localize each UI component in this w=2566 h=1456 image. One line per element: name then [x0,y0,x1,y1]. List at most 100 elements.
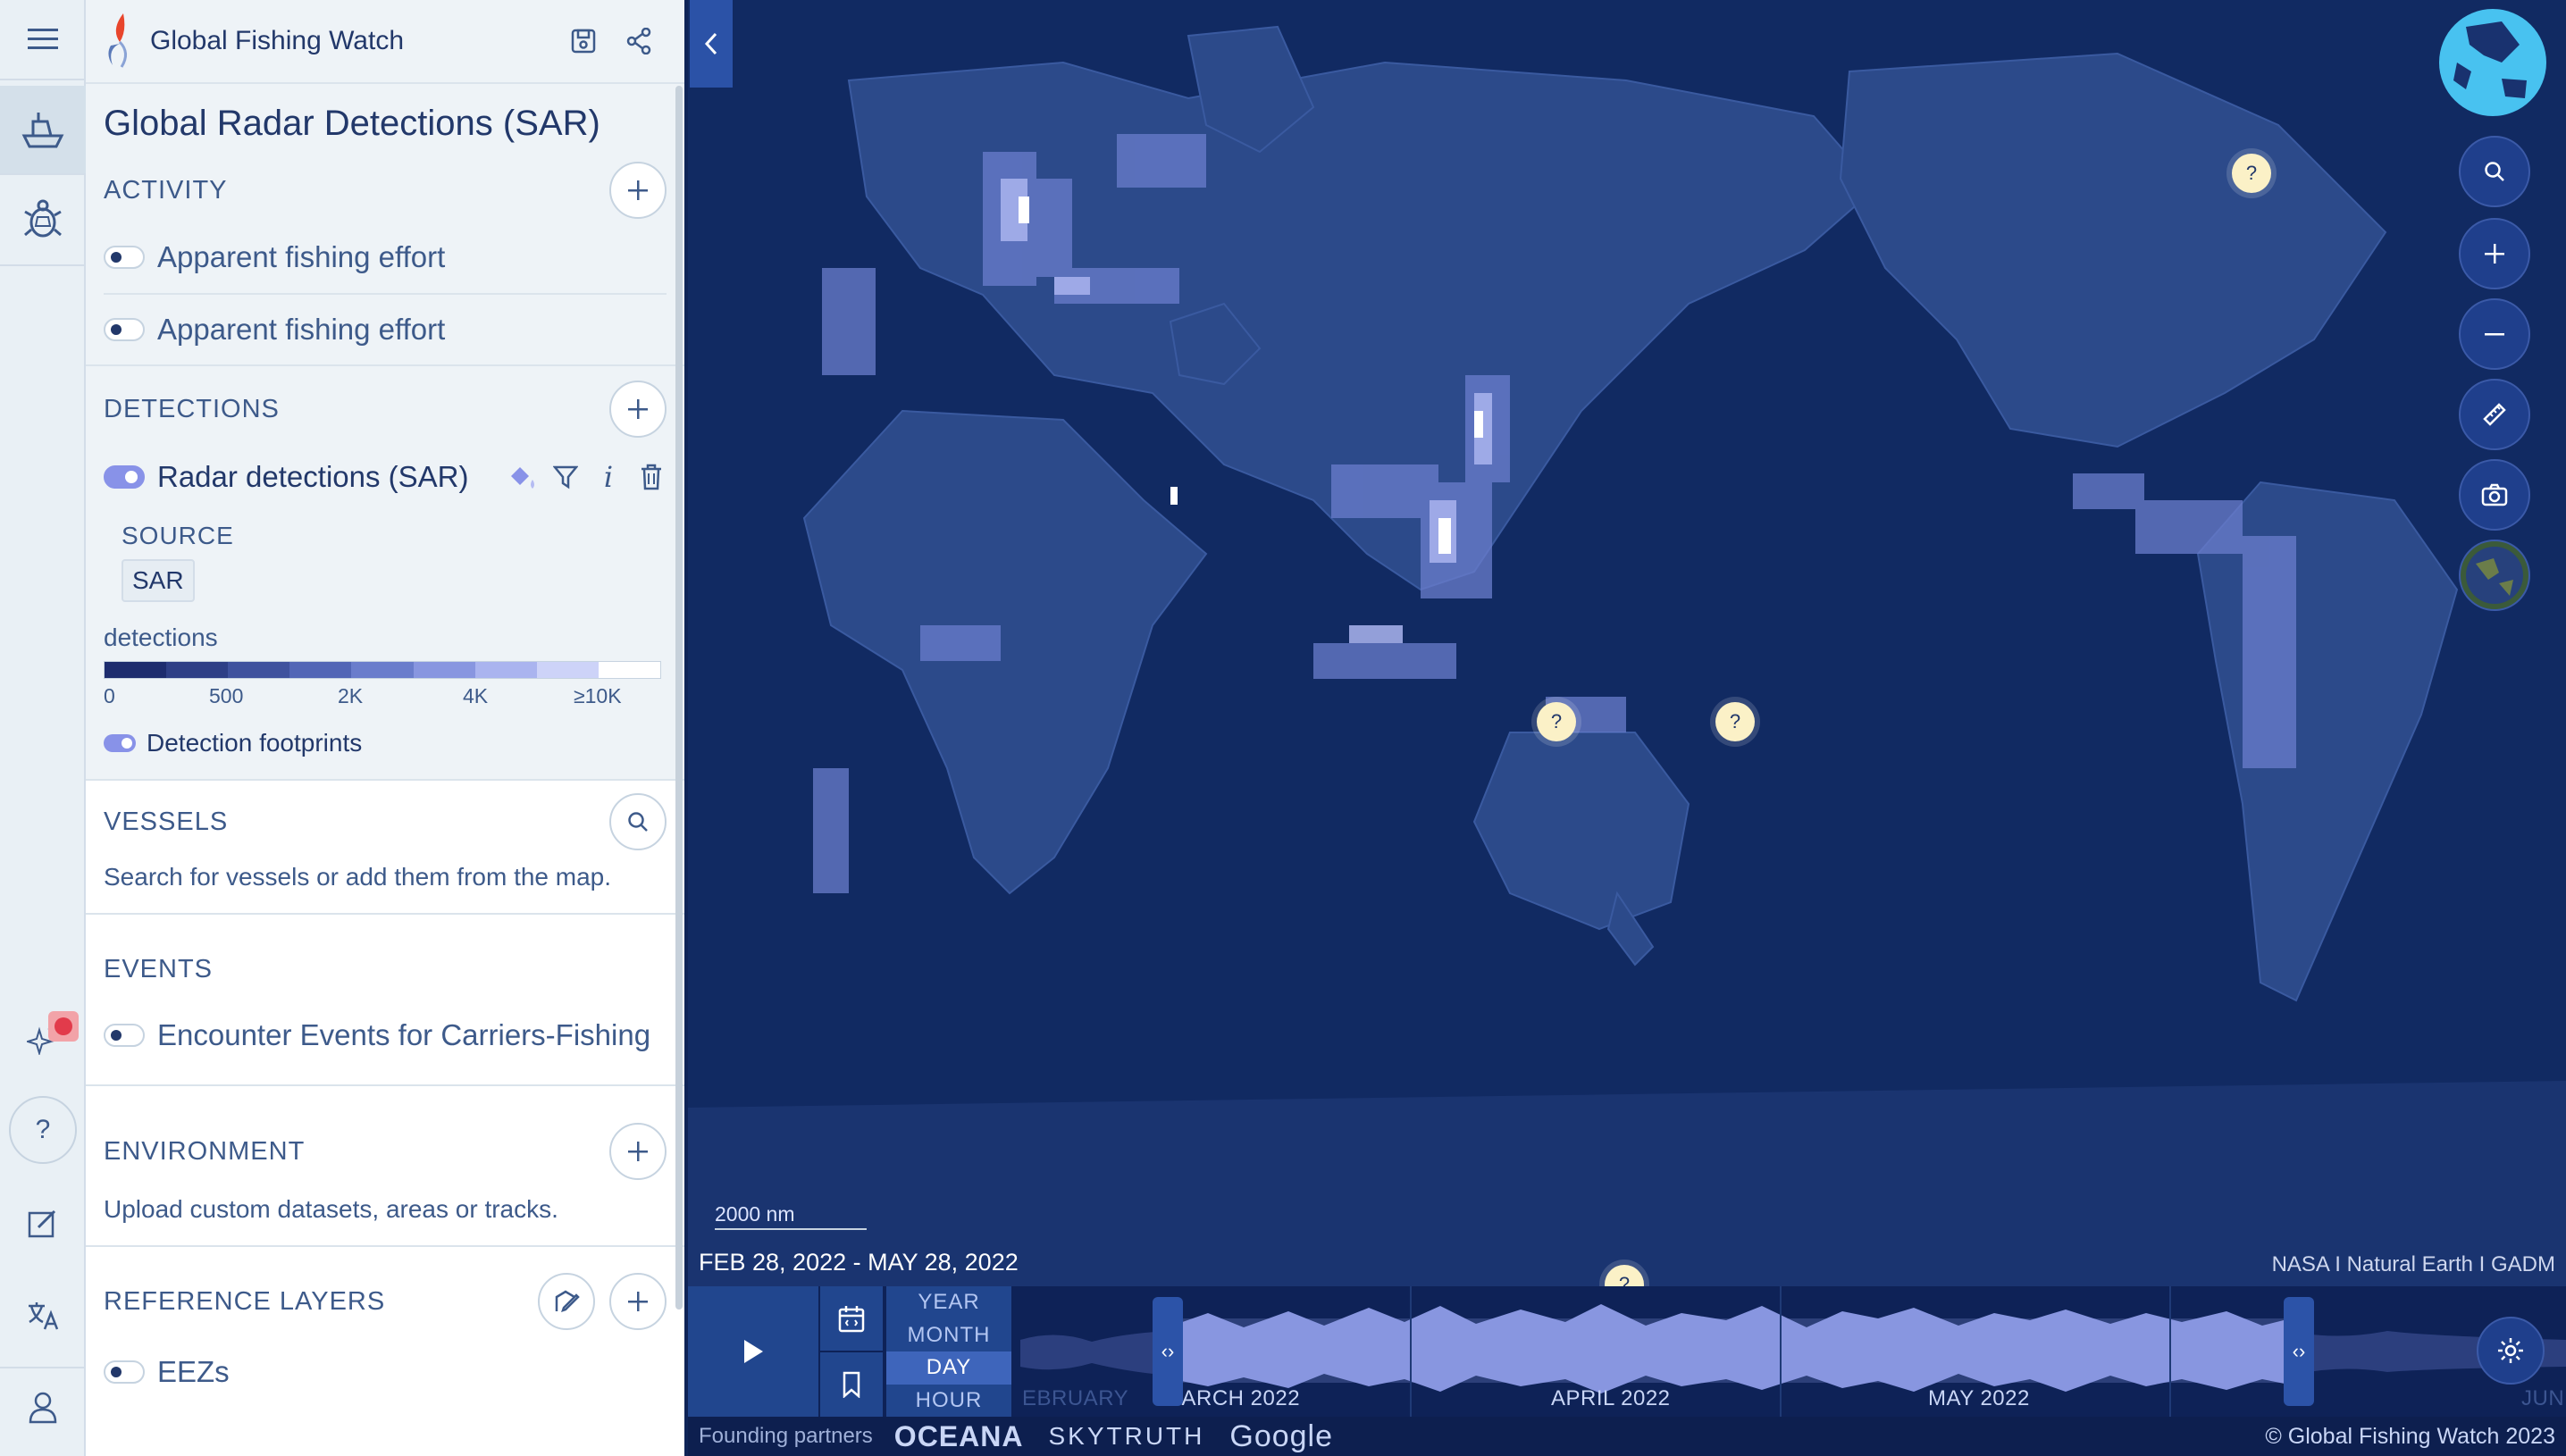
share-button[interactable] [611,13,667,69]
sar-layer-toggle[interactable] [104,465,145,489]
vessels-section: VESSELS Search for vessels or add them f… [86,781,684,915]
vessels-title: VESSELS [104,807,229,836]
activity-layer-toggle[interactable] [104,246,145,269]
left-rail: ? [0,0,86,1456]
menu-button[interactable] [0,0,86,80]
app-title: Global Fishing Watch [150,26,405,55]
user-button[interactable] [0,1367,86,1447]
play-button[interactable] [688,1286,818,1417]
controls-help-pin[interactable]: ? [2232,154,2271,193]
bookmark-icon [843,1371,860,1398]
resolution-year[interactable]: YEAR [886,1286,1011,1319]
timeline-track[interactable]: EBRUARY MARCH 2022 APRIL 2022 MAY 2022 J… [1020,1286,2566,1417]
legend-swatch [536,662,599,678]
events-layer: Encounter Events for Carriers-Fishing [104,1008,667,1063]
add-reference-button[interactable] [609,1273,667,1330]
environment-note: Upload custom datasets, areas or tracks. [104,1195,558,1223]
turtle-icon [24,199,62,238]
chevron-left-icon [704,32,717,55]
draw-area-button[interactable] [538,1273,595,1330]
legend-swatch [413,662,475,678]
plus-icon [628,1142,648,1161]
delete-button[interactable] [636,460,667,494]
save-workspace-button[interactable] [556,13,611,69]
zoom-in-button[interactable] [2459,218,2530,289]
marine-manager-button[interactable] [0,177,86,266]
screenshot-button[interactable] [2459,459,2530,531]
legend-swatch [228,662,290,678]
month-label: JUN [2521,1386,2565,1410]
whats-new-button[interactable] [0,999,86,1079]
globe-icon [2453,21,2527,98]
australia-shape [1472,732,1690,931]
map-canvas[interactable]: ? ? ? ? [688,0,2566,1286]
events-layer-toggle[interactable] [104,1024,145,1047]
search-icon [2485,162,2504,181]
vessel-workspaces-button[interactable] [0,86,86,175]
resolution-day[interactable]: DAY [886,1351,1011,1385]
feedback-button[interactable] [0,1183,86,1263]
help-button[interactable]: ? [0,1090,86,1170]
events-title: EVENTS [104,954,214,983]
globe-view-button[interactable] [2439,9,2546,116]
reference-layer-toggle[interactable] [104,1360,145,1384]
footprints-toggle[interactable] [104,734,136,752]
search-vessels-button[interactable] [609,793,667,850]
translate-icon [29,1302,59,1330]
activity-layer-toggle[interactable] [104,318,145,341]
workspace-title-wrap: Global Radar Detections (SAR) [86,84,684,159]
zoom-out-button[interactable] [2459,298,2530,370]
ruler-icon [2483,403,2506,426]
legend-swatch [105,662,167,678]
ruler-button[interactable] [2459,379,2530,450]
basemap-toggle-button[interactable] [2459,540,2530,611]
activity-layer-label: Apparent fishing effort [157,240,446,273]
skytruth-logo[interactable]: SKYTRUTH [1048,1422,1204,1451]
copyright: © Global Fishing Watch 2023 [2265,1424,2555,1449]
search-location-button[interactable] [2459,136,2530,207]
info-button[interactable]: i [593,460,624,494]
africa-shape [802,409,1208,895]
vessels-note: Search for vessels or add them from the … [104,863,612,891]
google-logo[interactable]: Google [1229,1419,1333,1454]
activity-layer: Apparent fishing effort [104,293,667,364]
resolution-hour[interactable]: HOUR [886,1385,1011,1418]
color-button[interactable] [507,460,538,494]
add-environment-button[interactable] [609,1123,667,1180]
activity-layer: Apparent fishing effort [104,222,667,293]
legend-swatch [351,662,414,678]
timebar-settings-button[interactable] [2477,1317,2545,1385]
boat-icon [21,113,64,148]
user-icon [29,1392,57,1424]
oceana-logo[interactable]: OCEANA [894,1420,1024,1453]
bookmark-button[interactable] [820,1352,883,1417]
resolution-month[interactable]: MONTH [886,1319,1011,1352]
source-chip: SAR [122,559,195,602]
draw-polygon-icon [555,1290,580,1312]
activity-layer-label: Apparent fishing effort [157,313,446,346]
world-map [688,25,2566,1286]
date-range-label: FEB 28, 2022 - MAY 28, 2022 [699,1249,1019,1276]
month-label: EBRUARY [1022,1386,1129,1410]
plus-icon [628,1292,648,1311]
filter-button[interactable] [550,460,581,494]
partners-label: Founding partners [699,1424,873,1448]
scale-bar: 2000 nm [715,1202,867,1230]
timebar-end-handle[interactable]: ‹› [2284,1297,2314,1406]
partners-bar: Founding partners OCEANA SKYTRUTH Google… [688,1417,2566,1456]
sidebar-scrollbar[interactable] [675,86,683,1310]
map-help-pin[interactable]: ? [1715,702,1755,741]
map-help-pin[interactable]: ? [1537,702,1576,741]
date-picker-button[interactable] [820,1286,883,1351]
footprints-row: Detection footprints [104,707,667,779]
legend-tick: 4K [463,684,489,707]
legend-tick: ≥10K [574,684,622,707]
collapse-sidebar-button[interactable] [690,0,733,88]
add-activity-button[interactable] [609,162,667,219]
language-button[interactable] [0,1276,86,1356]
gear-icon [2498,1338,2523,1363]
timebar-start-handle[interactable]: ‹› [1153,1297,1183,1406]
legend-swatch [166,662,229,678]
legend-tick: 2K [338,684,364,707]
add-detections-button[interactable] [609,381,667,438]
